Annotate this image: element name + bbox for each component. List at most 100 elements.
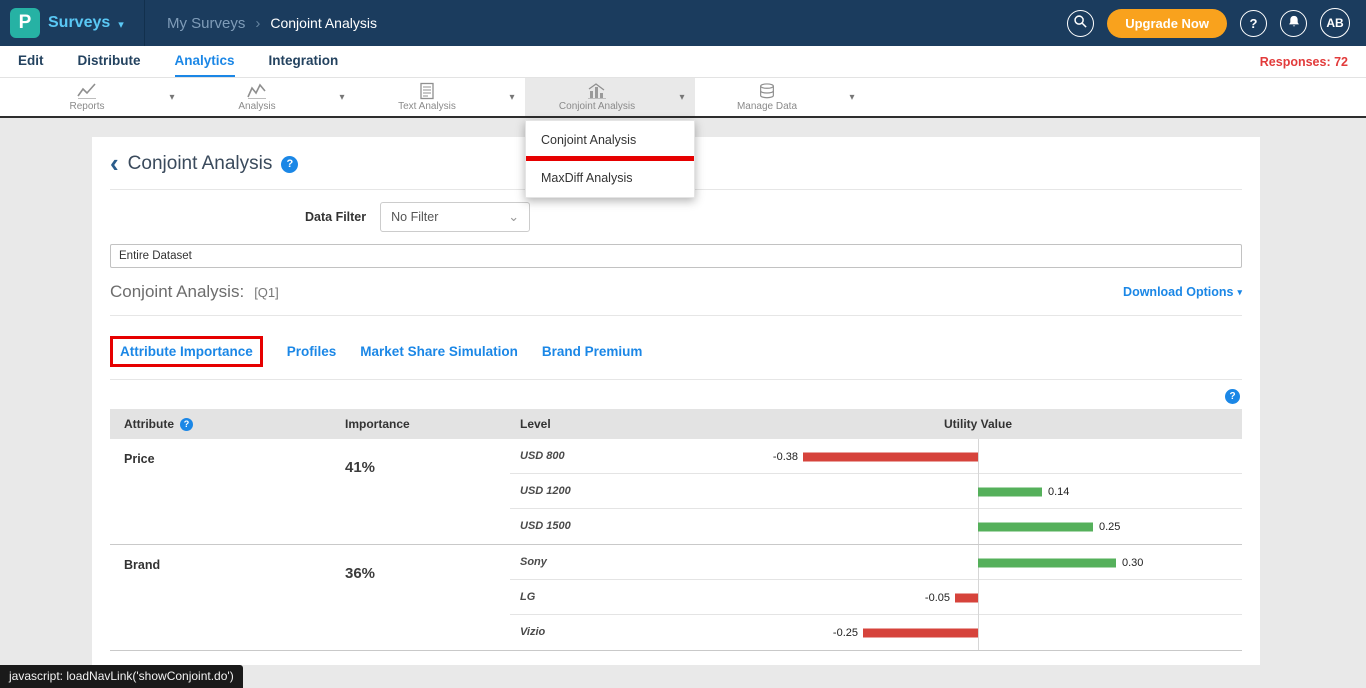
trend-chart-icon <box>246 82 268 100</box>
breadcrumb-current: Conjoint Analysis <box>270 15 377 31</box>
chevron-down-icon[interactable]: ▾ <box>669 78 695 116</box>
level-row: USD 12000.14 <box>510 474 1242 509</box>
page-help-icon[interactable]: ? <box>281 156 298 173</box>
attribute-name: Brand <box>110 545 335 650</box>
level-name: USD 1200 <box>510 474 670 509</box>
notifications-button[interactable] <box>1280 10 1307 37</box>
utility-bar <box>978 522 1093 531</box>
table-help-row: ? <box>110 389 1240 404</box>
upgrade-now-button[interactable]: Upgrade Now <box>1107 9 1227 38</box>
tab-profiles[interactable]: Profiles <box>287 344 337 359</box>
utility-value-label: -0.25 <box>833 627 858 639</box>
toolbar-manage-data[interactable]: Manage Data ▾ <box>695 78 865 116</box>
bar-chart-icon <box>586 82 608 100</box>
nav-item-analytics[interactable]: Analytics <box>175 46 235 77</box>
avatar[interactable]: AB <box>1320 8 1350 38</box>
toolbar-label: Reports <box>69 101 104 112</box>
search-button[interactable] <box>1067 10 1094 37</box>
utility-value-label: 0.30 <box>1122 557 1143 569</box>
tab-market-share-simulation[interactable]: Market Share Simulation <box>360 344 518 359</box>
data-filter-select[interactable]: No Filter ⌄ <box>380 202 530 232</box>
header-attribute: Attribute <box>124 417 174 431</box>
status-tooltip: javascript: loadNavLink('showConjoint.do… <box>0 665 243 688</box>
toolbar-label: Conjoint Analysis <box>559 101 635 112</box>
level-row: USD 15000.25 <box>510 509 1242 544</box>
levels-container: USD 800 -0.38 USD 12000.14USD 15000.25 <box>510 439 1242 544</box>
tab-attribute-importance[interactable]: Attribute Importance <box>110 336 263 367</box>
level-name: Vizio <box>510 615 670 650</box>
level-row: Sony 0.30 <box>510 545 1242 580</box>
search-icon <box>1073 14 1088 32</box>
divider <box>110 379 1242 380</box>
table-body: Price41%USD 800 -0.38 USD 12000.14USD 1500… <box>110 439 1242 651</box>
attribute-group-row: Price41%USD 800 -0.38 USD 12000.14USD 1500… <box>110 439 1242 545</box>
menu-item-conjoint-analysis[interactable]: Conjoint Analysis <box>526 123 694 156</box>
chevron-down-icon[interactable]: ▾ <box>159 78 185 116</box>
toolbar-text-analysis[interactable]: Text Analysis ▾ <box>355 78 525 116</box>
data-filter-label: Data Filter <box>305 210 366 224</box>
nav-item-integration[interactable]: Integration <box>269 46 339 77</box>
nav-item-edit[interactable]: Edit <box>18 46 44 77</box>
topbar-actions: Upgrade Now ? AB <box>1067 8 1366 38</box>
utility-bar <box>863 628 978 637</box>
divider <box>110 315 1242 316</box>
utility-chart: -0.25 <box>670 615 1242 650</box>
toolbar-label: Manage Data <box>737 101 797 112</box>
toolbar-label: Analysis <box>238 101 275 112</box>
bell-icon <box>1287 14 1301 32</box>
questionpro-logo[interactable]: P <box>10 8 40 38</box>
conjoint-card: ‹ Conjoint Analysis ? Data Filter No Fil… <box>92 137 1260 665</box>
attribute-name: Price <box>110 439 335 544</box>
header-level: Level <box>510 417 670 431</box>
back-chevron-icon[interactable]: ‹ <box>110 153 119 173</box>
utility-table: Attribute ? Importance Level Utility Val… <box>110 409 1242 651</box>
menu-item-maxdiff-analysis[interactable]: MaxDiff Analysis <box>526 161 694 194</box>
utility-bar <box>803 452 978 461</box>
toolbar-analysis[interactable]: Analysis ▾ <box>185 78 355 116</box>
page-title: Conjoint Analysis <box>128 153 273 175</box>
level-row: Vizio -0.25 <box>510 615 1242 650</box>
utility-chart: -0.38 <box>670 439 1242 474</box>
toolbar-conjoint-analysis[interactable]: Conjoint Analysis ▾ <box>525 78 695 116</box>
chevron-down-icon[interactable]: ▾ <box>499 78 525 116</box>
help-button[interactable]: ? <box>1240 10 1267 37</box>
conjoint-dropdown-menu: Conjoint Analysis MaxDiff Analysis <box>525 120 695 198</box>
attribute-help-icon[interactable]: ? <box>180 418 193 431</box>
level-row: LG-0.05 <box>510 580 1242 615</box>
zero-axis-line <box>978 580 979 615</box>
download-options-link[interactable]: Download Options ▾ <box>1123 285 1242 299</box>
utility-chart: -0.05 <box>670 580 1242 615</box>
dataset-field[interactable] <box>110 244 1242 268</box>
breadcrumb-my-surveys[interactable]: My Surveys <box>167 15 245 32</box>
toolbar-reports[interactable]: Reports ▾ <box>15 78 185 116</box>
product-switcher[interactable]: P Surveys ▾ <box>0 0 145 46</box>
utility-value-label: -0.05 <box>925 592 950 604</box>
table-help-icon[interactable]: ? <box>1225 389 1240 404</box>
attribute-group-row: Brand36%Sony 0.30 LG-0.05Vizio -0.25 <box>110 545 1242 651</box>
level-name: USD 800 <box>510 439 670 474</box>
level-name: Sony <box>510 545 670 580</box>
breadcrumb: My Surveys › Conjoint Analysis <box>167 15 377 32</box>
utility-value-label: -0.38 <box>773 451 798 463</box>
utility-chart: 0.14 <box>670 474 1242 509</box>
section-title: Conjoint Analysis: <box>110 282 244 302</box>
utility-bar <box>978 487 1042 496</box>
responses-count: Responses: 72 <box>1260 55 1348 69</box>
document-table-icon <box>418 82 436 100</box>
nav-item-distribute[interactable]: Distribute <box>78 46 141 77</box>
analytics-toolbar: Reports ▾ Analysis ▾ Text Analysis ▾ Con… <box>0 78 1366 118</box>
zero-axis-line <box>978 439 979 474</box>
survey-section-nav: Edit Distribute Analytics Integration Re… <box>0 46 1366 78</box>
chevron-down-icon[interactable]: ▾ <box>329 78 355 116</box>
section-heading-row: Conjoint Analysis: [Q1] Download Options… <box>110 282 1242 315</box>
tab-brand-premium[interactable]: Brand Premium <box>542 344 643 359</box>
level-row: USD 800 -0.38 <box>510 439 1242 474</box>
header-utility-value: Utility Value <box>670 417 1242 431</box>
table-header-row: Attribute ? Importance Level Utility Val… <box>110 409 1242 439</box>
chevron-down-icon: ⌄ <box>508 209 519 225</box>
importance-value: 41% <box>335 439 510 544</box>
levels-container: Sony 0.30 LG-0.05Vizio -0.25 <box>510 545 1242 650</box>
top-navigation-bar: P Surveys ▾ My Surveys › Conjoint Analys… <box>0 0 1366 46</box>
chevron-down-icon[interactable]: ▾ <box>839 78 865 116</box>
importance-value: 36% <box>335 545 510 650</box>
